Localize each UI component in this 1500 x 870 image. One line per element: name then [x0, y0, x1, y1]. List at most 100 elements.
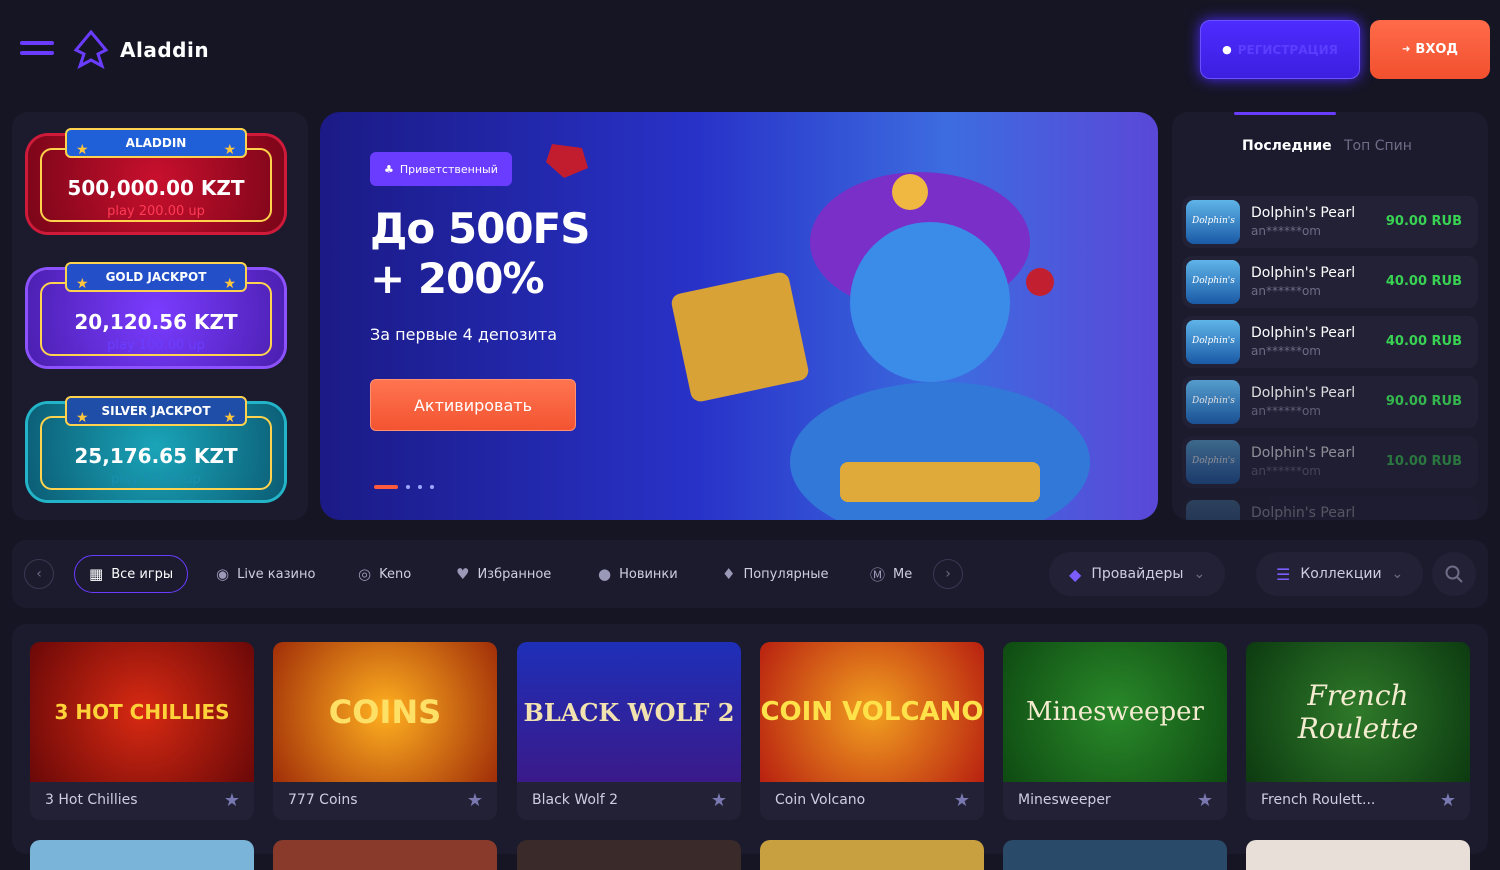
logo[interactable]: Aladdin: [72, 30, 209, 70]
category-favorites[interactable]: ♥ Избранное: [456, 555, 551, 593]
tab-recent[interactable]: Последние: [1242, 138, 1332, 154]
chevron-right-icon: ›: [945, 566, 951, 582]
scroll-right-button[interactable]: ›: [933, 559, 963, 589]
menu-icon[interactable]: [20, 41, 54, 59]
game-title: Minesweeper: [1018, 792, 1111, 808]
star-icon[interactable]: ★: [467, 790, 483, 811]
game-card-partial[interactable]: [30, 840, 254, 870]
game-card-partial[interactable]: [760, 840, 984, 870]
category-popular[interactable]: ♦ Популярные: [722, 555, 829, 593]
star-icon: ★: [223, 276, 236, 292]
collections-dropdown[interactable]: ☰ Коллекции ⌄: [1256, 552, 1424, 596]
category-label: Популярные: [743, 566, 829, 582]
game-image: Minesweeper: [1003, 642, 1227, 782]
star-icon[interactable]: ★: [954, 790, 970, 811]
carousel-dot[interactable]: [418, 485, 422, 489]
win-amount: 40.00 RUB: [1385, 334, 1462, 349]
game-card[interactable]: Minesweeper Minesweeper ★: [1003, 642, 1227, 820]
carousel-dots[interactable]: [374, 485, 434, 489]
jackpot-amount: 500,000.00 KZT: [67, 176, 245, 200]
game-card-partial[interactable]: [1003, 840, 1227, 870]
game-card-partial[interactable]: [517, 840, 741, 870]
jackpot-min-bet: play 200.00 up: [107, 204, 205, 219]
game-name: Dolphin's Pearl: [1251, 505, 1356, 520]
game-card[interactable]: COIN VOLCANO Coin Volcano ★: [760, 642, 984, 820]
recent-win-row[interactable]: Dolphin's Dolphin's Pearl an******om 90.…: [1182, 196, 1478, 248]
games-grid: 3 HOT CHILLIES 3 Hot Chillies ★ COINS 77…: [12, 624, 1488, 870]
jackpot-card-silver: SILVER JACKPOT ★ ★ 25,176.65 KZT play 50…: [28, 396, 284, 500]
top-header: Aladdin ● РЕГИСТРАЦИЯ ➜ ВХОД: [0, 0, 1500, 100]
recent-win-row[interactable]: Dolphin's Pearl: [1182, 496, 1478, 520]
category-live-casino[interactable]: ◉ Live казино: [216, 555, 315, 593]
game-title: Coin Volcano: [775, 792, 866, 808]
login-icon: ➜: [1402, 44, 1411, 55]
game-card[interactable]: COINS 777 Coins ★: [273, 642, 497, 820]
game-thumbnail: Dolphin's: [1186, 320, 1240, 364]
providers-label: Провайдеры: [1091, 566, 1184, 582]
new-icon: ●: [598, 565, 612, 583]
jackpot-card-gold: GOLD JACKPOT ★ ★ 20,120.56 KZT play 100.…: [28, 262, 284, 366]
star-icon: ★: [223, 142, 236, 158]
game-title: Black Wolf 2: [532, 792, 619, 808]
providers-dropdown[interactable]: ◆ Провайдеры ⌄: [1049, 552, 1226, 596]
tab-top-spin[interactable]: Топ Спин: [1344, 138, 1412, 154]
game-card[interactable]: BLACK WOLF 2 Black Wolf 2 ★: [517, 642, 741, 820]
jackpot-panel: ALADDIN ★ ★ 500,000.00 KZT play 200.00 u…: [12, 112, 308, 520]
win-amount: 90.00 RUB: [1385, 394, 1462, 409]
login-button[interactable]: ➜ ВХОД: [1370, 20, 1490, 79]
fire-icon: ♣: [384, 162, 394, 176]
jackpot-amount: 20,120.56 KZT: [74, 310, 238, 334]
star-icon[interactable]: ★: [1440, 790, 1456, 811]
carousel-dot[interactable]: [374, 485, 398, 489]
search-button[interactable]: [1432, 552, 1476, 596]
activate-button[interactable]: Активировать: [370, 379, 576, 431]
game-card[interactable]: French Roulette French Roulett... ★: [1246, 642, 1470, 820]
recent-win-row[interactable]: Dolphin's Dolphin's Pearl an******om 10.…: [1182, 436, 1478, 488]
user-icon: ●: [1222, 43, 1232, 56]
category-keno[interactable]: ◎ Keno: [358, 555, 411, 593]
game-card[interactable]: 3 HOT CHILLIES 3 Hot Chillies ★: [30, 642, 254, 820]
category-label: Keno: [379, 566, 412, 582]
game-thumbnail: Dolphin's: [1186, 260, 1240, 304]
game-thumbnail: [1186, 500, 1240, 520]
scroll-left-button[interactable]: ‹: [24, 559, 54, 589]
game-thumbnail: Dolphin's: [1186, 380, 1240, 424]
game-thumbnail: Dolphin's: [1186, 200, 1240, 244]
ruby-icon: [546, 144, 588, 178]
keno-icon: ◎: [358, 565, 372, 583]
recent-win-row[interactable]: Dolphin's Dolphin's Pearl an******om 40.…: [1182, 316, 1478, 368]
category-all-games[interactable]: ▦ Все игры: [74, 555, 189, 593]
game-title: 777 Coins: [288, 792, 358, 808]
game-image: 3 HOT CHILLIES: [30, 642, 254, 782]
aladdin-lamp-icon: [73, 30, 109, 70]
star-icon: ★: [76, 410, 89, 426]
recent-win-row[interactable]: Dolphin's Dolphin's Pearl an******om 40.…: [1182, 256, 1478, 308]
star-icon[interactable]: ★: [711, 790, 727, 811]
game-image: BLACK WOLF 2: [517, 642, 741, 782]
jackpot-card-aladdin: ALADDIN ★ ★ 500,000.00 KZT play 200.00 u…: [28, 128, 284, 232]
category-new[interactable]: ● Новинки: [598, 555, 678, 593]
game-thumbnail: Dolphin's: [1186, 440, 1240, 484]
jackpot-label: GOLD JACKPOT: [65, 262, 247, 292]
game-card-partial[interactable]: [1246, 840, 1470, 870]
category-more[interactable]: Ⓜ Ме: [870, 555, 930, 593]
game-title: 3 Hot Chillies: [45, 792, 138, 808]
win-amount: 90.00 RUB: [1385, 214, 1462, 229]
game-image: COINS: [273, 642, 497, 782]
game-card-partial[interactable]: [273, 840, 497, 870]
tab-indicator: [1234, 112, 1336, 115]
player-name: an******om: [1251, 404, 1321, 418]
recent-win-row[interactable]: Dolphin's Dolphin's Pearl an******om 90.…: [1182, 376, 1478, 428]
chevron-down-icon: ⌄: [1193, 566, 1206, 582]
register-button[interactable]: ● РЕГИСТРАЦИЯ: [1200, 20, 1360, 79]
carousel-dot[interactable]: [430, 485, 434, 489]
chevron-down-icon: ⌄: [1391, 566, 1404, 582]
carousel-dot[interactable]: [406, 485, 410, 489]
jackpot-label: SILVER JACKPOT: [65, 396, 247, 426]
star-icon[interactable]: ★: [1197, 790, 1213, 811]
promo-banner[interactable]: ♣ Приветственный До 500FS + 200% За перв…: [320, 112, 1158, 520]
banner-title: До 500FS + 200%: [370, 204, 591, 303]
star-icon[interactable]: ★: [224, 790, 240, 811]
game-image: COIN VOLCANO: [760, 642, 984, 782]
game-name: Dolphin's Pearl: [1251, 325, 1356, 341]
